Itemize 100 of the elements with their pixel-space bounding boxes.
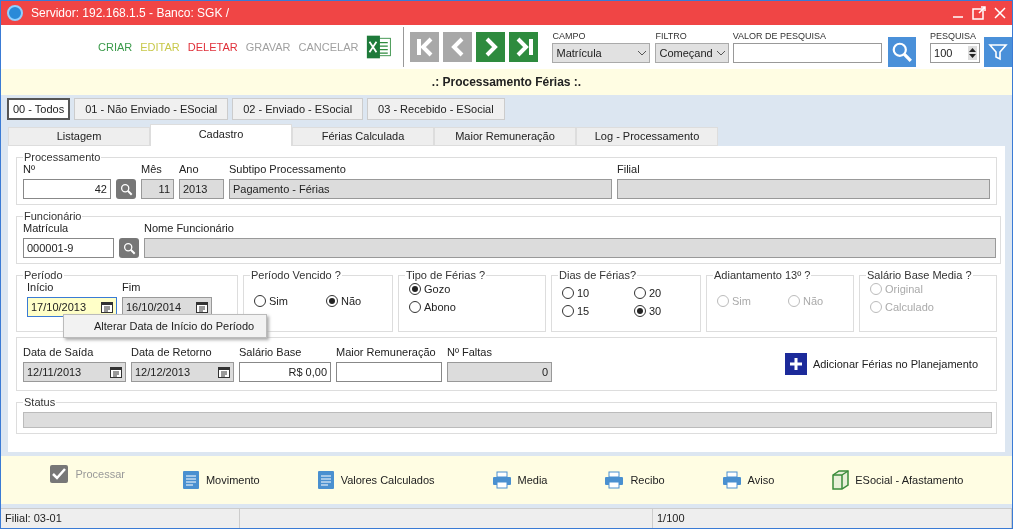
calendar-icon[interactable] — [110, 366, 122, 378]
group-title: Período Vencido ? — [250, 269, 342, 281]
radio-option[interactable]: Sim — [254, 295, 316, 307]
action-button[interactable]: Recibo — [604, 471, 665, 489]
close-icon[interactable] — [994, 7, 1006, 19]
search-icon — [891, 41, 913, 63]
calendar-icon[interactable] — [196, 301, 208, 313]
group-title: Status — [23, 396, 57, 408]
printer-icon — [721, 471, 742, 489]
radio-option[interactable]: 15 — [562, 305, 624, 317]
field-label: Mês — [141, 163, 163, 175]
group-title: Funcionário — [23, 210, 83, 222]
input-field[interactable]: 2013 — [179, 179, 224, 199]
printer-icon — [491, 471, 512, 489]
printer-icon — [604, 471, 625, 489]
field-label: Início — [27, 281, 55, 293]
menu-item[interactable]: Alterar Data de Início do Período — [94, 320, 255, 332]
status-tab[interactable]: 03 - Recebido - ESocial — [367, 98, 505, 120]
date-field[interactable]: 12/11/2013 — [23, 362, 126, 382]
date-field[interactable]: 12/12/2013 — [131, 362, 234, 382]
toolbar-action[interactable]: CRIAR — [98, 41, 133, 53]
action-button[interactable]: Aviso — [721, 471, 775, 489]
radio-option[interactable]: Abono — [409, 301, 541, 313]
group-title: Adiantamento 13º ? — [713, 269, 812, 281]
field-label: Nº Faltas — [447, 346, 493, 358]
tab[interactable]: Férias Calculada — [292, 127, 434, 146]
input-field[interactable]: 42 — [23, 179, 111, 199]
radio-option[interactable]: Gozo — [409, 283, 541, 295]
input-field[interactable] — [144, 238, 996, 258]
radio-button[interactable] — [254, 295, 266, 307]
group-title: Período — [23, 269, 64, 281]
radio-button[interactable] — [562, 305, 574, 317]
spreadsheet-icon[interactable] — [366, 34, 393, 60]
spinner-arrows-icon — [968, 46, 977, 60]
popout-icon[interactable] — [972, 6, 986, 20]
radio-option[interactable]: 20 — [634, 287, 696, 299]
tab[interactable]: Maior Remuneração — [434, 127, 576, 146]
search-button[interactable] — [119, 238, 139, 258]
search-button[interactable] — [888, 37, 916, 67]
radio-button[interactable] — [409, 301, 421, 313]
input-field[interactable] — [617, 179, 990, 199]
status-tab[interactable]: 00 - Todos — [7, 98, 71, 120]
input-field[interactable]: R$ 0,00 — [239, 362, 331, 382]
action-button[interactable]: Media — [491, 471, 548, 489]
radio-button[interactable] — [634, 287, 646, 299]
last-record-button[interactable] — [509, 32, 539, 62]
field-label: Subtipo Processamento — [229, 163, 347, 175]
input-field[interactable]: 0 — [447, 362, 552, 382]
group-title: Tipo de Férias ? — [405, 269, 487, 281]
action-button[interactable]: ESocial - Afastamento — [831, 470, 964, 490]
field-label: Data de Retorno — [131, 346, 213, 358]
field-dropdown[interactable]: Matrícula — [552, 43, 651, 63]
checkmark-icon — [49, 464, 70, 484]
radio-button[interactable] — [409, 283, 421, 295]
app-logo-icon — [7, 5, 23, 21]
search-button[interactable] — [116, 179, 136, 199]
field-label: PESQUISA — [930, 31, 978, 41]
radio-option[interactable]: 10 — [562, 287, 624, 299]
field-label: VALOR DE PESQUISA — [732, 31, 828, 41]
date-field[interactable]: 17/10/2013 — [27, 297, 117, 317]
input-field[interactable]: 000001-9 — [23, 238, 114, 258]
search-icon — [122, 241, 136, 255]
radio-button[interactable] — [562, 287, 574, 299]
field-label: Nº — [23, 163, 36, 175]
calendar-icon[interactable] — [218, 366, 230, 378]
date-field[interactable]: 16/10/2014 — [122, 297, 212, 317]
action-button[interactable]: Movimento — [181, 470, 260, 490]
search-icon — [119, 182, 133, 196]
input-field[interactable]: Pagamento - Férias — [229, 179, 612, 199]
input-field[interactable]: 11 — [141, 179, 174, 199]
chevron-down-icon — [638, 50, 647, 56]
document-icon — [181, 470, 200, 490]
radio-option[interactable]: Não — [326, 295, 388, 307]
field-label: Data de Saída — [23, 346, 95, 358]
input-field[interactable] — [336, 362, 442, 382]
add-vacation-button[interactable]: Adicionar Férias no Planejamento — [784, 353, 978, 375]
tab[interactable]: Log - Processamento — [576, 127, 718, 146]
radio-option[interactable]: 30 — [634, 305, 696, 317]
field-label: Maior Remuneração — [336, 346, 437, 358]
filter-dropdown[interactable]: Começand — [655, 43, 729, 63]
search-field[interactable] — [732, 43, 882, 63]
tab[interactable]: Cadastro — [150, 124, 292, 147]
radio-button[interactable] — [634, 305, 646, 317]
calendar-icon[interactable] — [101, 301, 113, 313]
next-record-button[interactable] — [476, 32, 506, 62]
group-title: Processamento — [23, 151, 102, 163]
limit-spinbox[interactable]: 100 — [930, 43, 980, 63]
skip-arrow-icon — [514, 37, 534, 57]
group-title: Dias de Férias? — [558, 269, 638, 281]
status-tab[interactable]: 01 - Não Enviado - ESocial — [74, 98, 229, 120]
radio-button[interactable] — [326, 295, 338, 307]
toolbar-action[interactable]: DELETAR — [187, 41, 238, 53]
status-tab[interactable]: 02 - Enviado - ESocial — [232, 98, 364, 120]
action-button[interactable]: Valores Calculados — [316, 470, 435, 490]
chevron-down-icon — [716, 50, 725, 56]
window-title: Servidor: 192.168.1.5 - Banco: SGK / — [31, 6, 231, 20]
filter-icon — [988, 42, 1008, 62]
field-label: FILTRO — [655, 31, 688, 41]
tab[interactable]: Listagem — [8, 127, 150, 146]
filter-button[interactable] — [984, 37, 1012, 67]
